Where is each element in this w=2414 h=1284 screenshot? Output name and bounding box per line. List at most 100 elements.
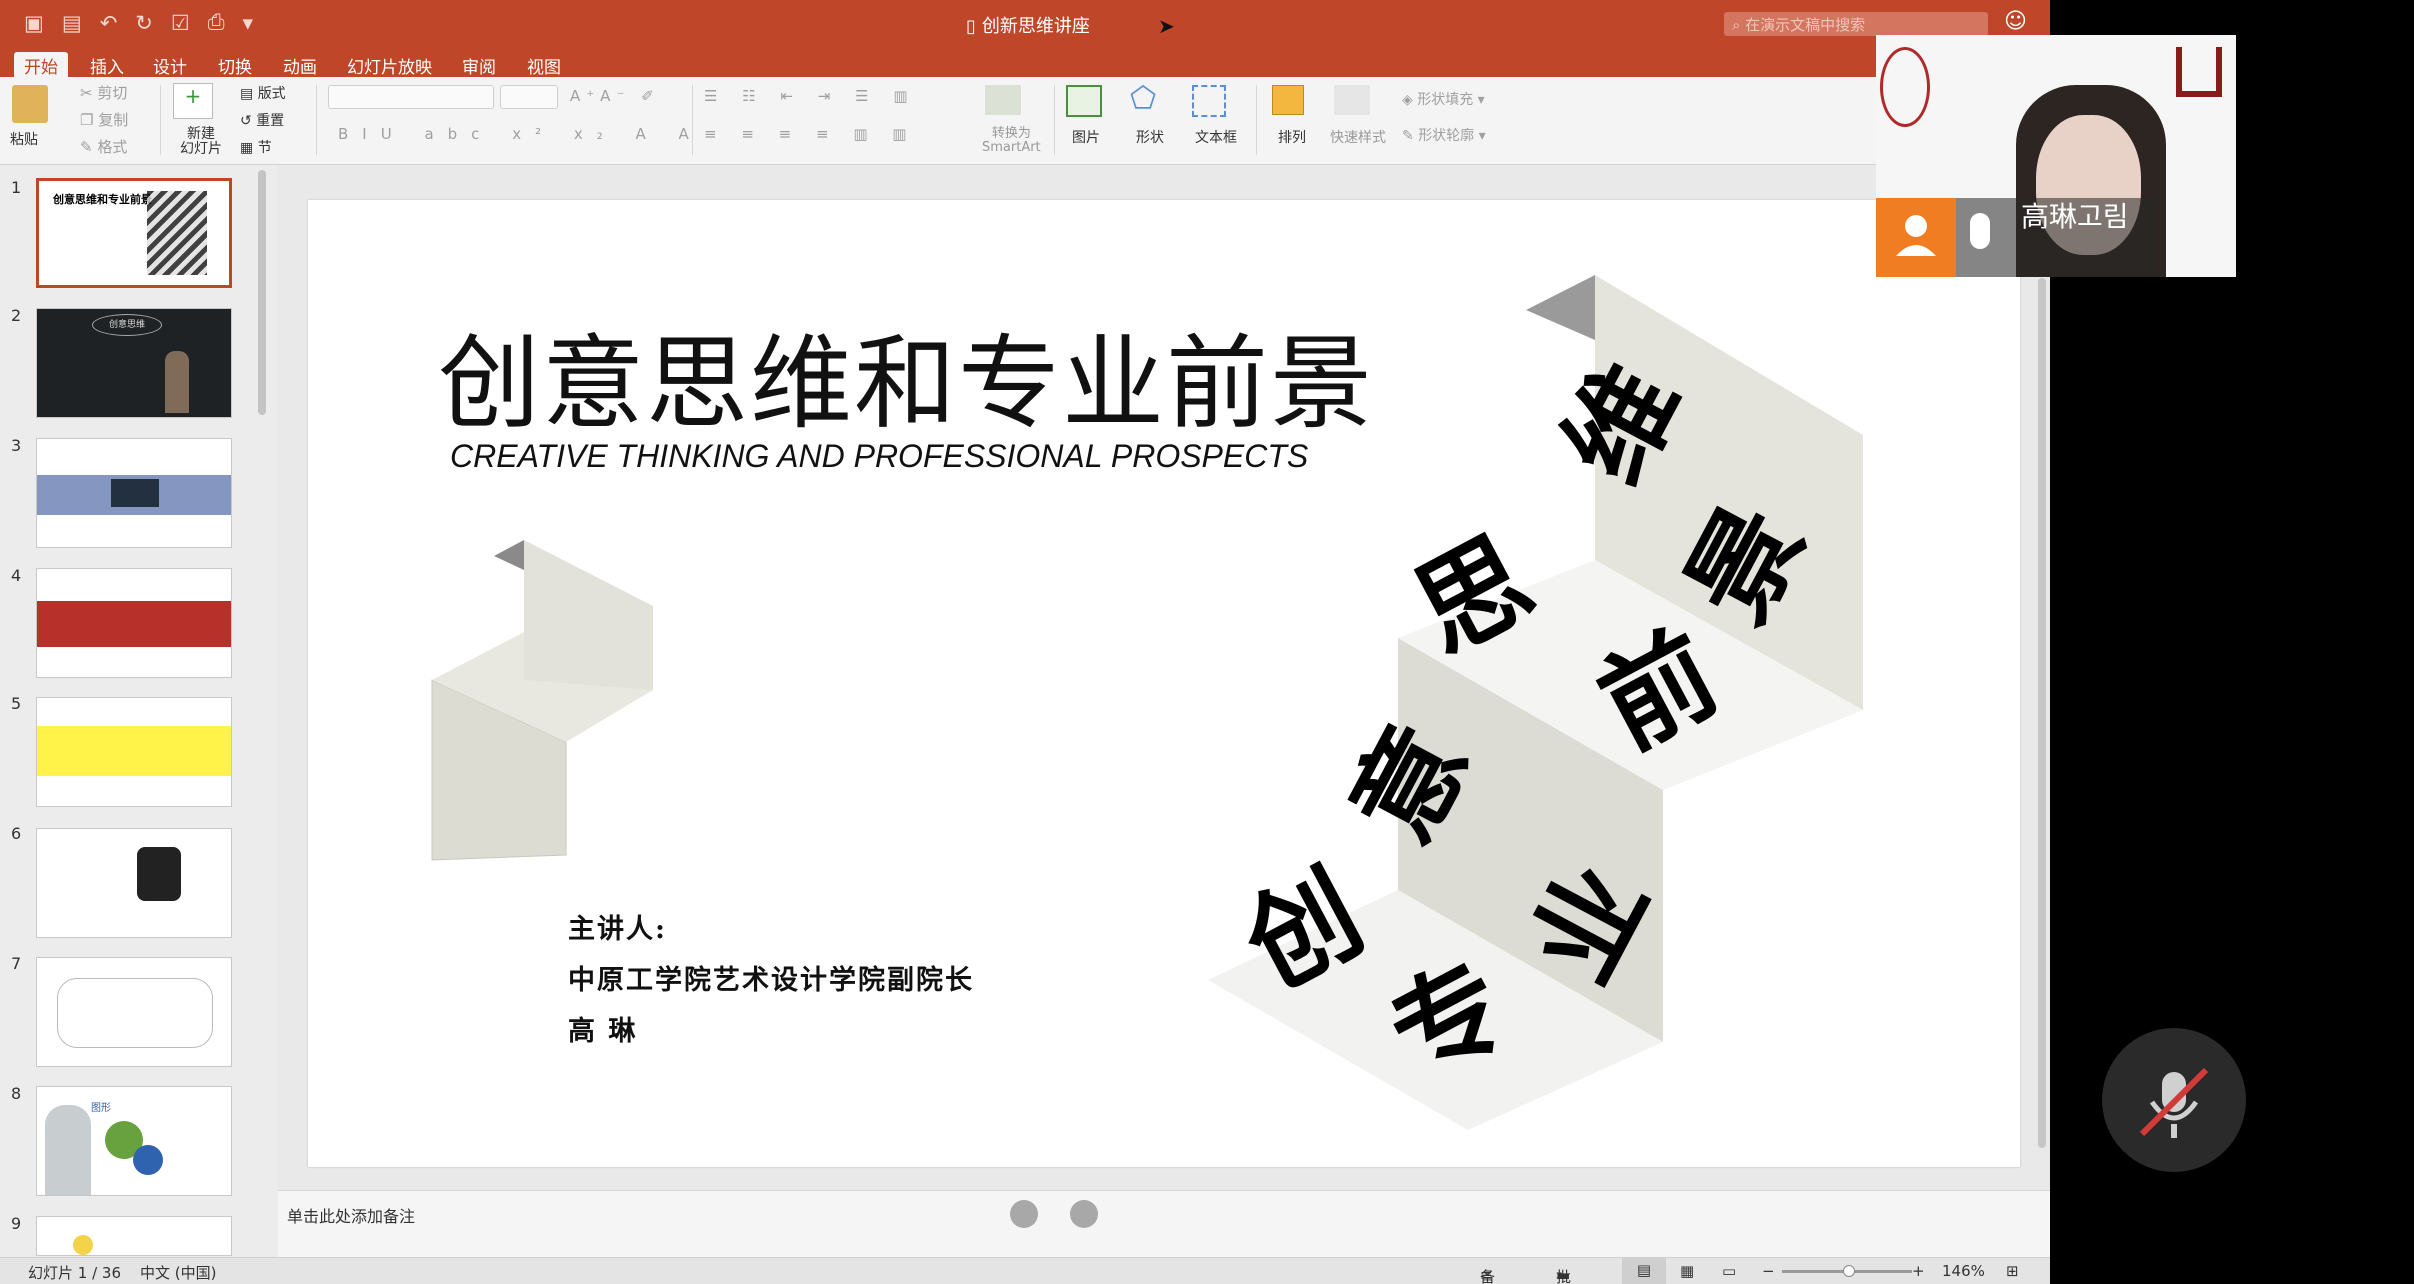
picture-icon[interactable] [1066, 85, 1102, 117]
slide-thumbnail-8[interactable]: 图形 [36, 1086, 232, 1196]
thumb-number: 3 [11, 436, 22, 455]
tab-insert[interactable]: 插入 [80, 52, 134, 78]
tab-review[interactable]: 审阅 [452, 52, 506, 78]
left-flag-tip [494, 540, 524, 570]
sidebar-toggle-icon[interactable]: ▣ [24, 11, 44, 35]
thumb-band [37, 726, 231, 776]
speaker-label[interactable]: 主讲人: [568, 907, 667, 946]
tab-design[interactable]: 设计 [143, 52, 197, 78]
zoom-out-icon[interactable]: − [1762, 1262, 1775, 1280]
notes-toggle-label: 备注 [1480, 1268, 1496, 1284]
slide-thumbnail-9[interactable] [36, 1216, 232, 1256]
notes-placeholder: 单击此处添加备注 [287, 1207, 416, 1226]
align-buttons[interactable]: ≡ ≡ ≡ ≡ ▥ ▥ [704, 125, 916, 143]
language-indicator[interactable]: 中文 (中国) [140, 1262, 216, 1283]
shape-fill-button[interactable]: ◈ 形状填充 ▾ [1402, 89, 1485, 109]
convert-smartart-button[interactable]: 转换为 SmartArt [982, 127, 1041, 155]
paste-icon[interactable] [12, 85, 48, 123]
quick-styles-icon[interactable] [1334, 85, 1370, 115]
document-title: ▯ 创新思维讲座 [966, 12, 1090, 38]
normal-view-button[interactable]: ▤ [1622, 1258, 1666, 1284]
floating-dot[interactable] [1070, 1200, 1098, 1228]
layout-label: 版式 [257, 86, 286, 102]
tab-view[interactable]: 视图 [517, 52, 571, 78]
slide-thumbnail-5[interactable] [36, 697, 232, 807]
shape-button[interactable]: 形状 [1136, 127, 1164, 147]
speaker-name[interactable]: 高 琳 [568, 1009, 637, 1048]
section-label: 节 [257, 140, 272, 156]
paste-button[interactable]: 粘贴 [10, 129, 38, 149]
redo-icon[interactable]: ↻ [135, 11, 153, 35]
copy-button[interactable]: ❐ 复制 [80, 109, 128, 130]
slide-sorter-button[interactable]: ▦ [1680, 1262, 1694, 1280]
plus-icon: + [184, 84, 202, 108]
thumb-person [165, 351, 189, 413]
slide-thumbnail-2[interactable]: 创意思维 [36, 308, 232, 418]
arrange-icon[interactable] [1272, 85, 1304, 115]
zoom-slider-handle[interactable] [1843, 1265, 1855, 1277]
thumb-computer [111, 479, 159, 507]
tab-transitions[interactable]: 切换 [208, 52, 262, 78]
ribbon-home: 粘贴 ✂ 剪切 ❐ 复制 ✎ 格式 + 新建 幻灯片 ▤ 版式 ↺ 重置 ▦ 节 … [0, 77, 2050, 165]
fit-slide-icon[interactable]: ⊞ [2006, 1262, 2019, 1280]
print-icon[interactable]: ⎙ [208, 10, 225, 35]
font-size-buttons[interactable]: A⁺A⁻ ✐ [570, 87, 660, 105]
ribbon-divider [316, 85, 317, 155]
slide-thumbnail-4[interactable] [36, 568, 232, 678]
slide-thumbnail-6[interactable] [36, 828, 232, 938]
textbox-icon[interactable] [1192, 85, 1226, 117]
thumb-number: 6 [11, 824, 22, 843]
search-box[interactable]: ⌕ 在演示文稿中搜索 [1724, 12, 1988, 36]
picture-button[interactable]: 图片 [1072, 127, 1100, 147]
font-style-buttons[interactable]: BIU abc x² x₂ A A [338, 125, 703, 143]
current-slide[interactable]: 创意思维和专业前景 CREATIVE THINKING AND PROFESSI… [308, 200, 2020, 1167]
zoom-level[interactable]: 146% [1942, 1262, 1985, 1280]
format-painter-button[interactable]: ✎ 格式 [80, 136, 127, 157]
textbox-button[interactable]: 文本框 [1195, 127, 1237, 147]
list-buttons[interactable]: ☰ ☷ ⇤ ⇥ ☰ ▥ [704, 87, 918, 105]
slide-thumbnail-1[interactable]: 创意思维和专业前景 [36, 178, 232, 288]
thumbnail-scrollbar[interactable] [258, 170, 266, 415]
microphone-icon [1970, 213, 1990, 249]
zoom-in-icon[interactable]: + [1912, 1262, 1925, 1280]
save-icon[interactable]: ▤ [62, 11, 82, 35]
reset-button[interactable]: ↺ 重置 [240, 110, 284, 130]
tab-home[interactable]: 开始 [14, 52, 68, 78]
slide-thumbnail-3[interactable] [36, 438, 232, 548]
layout-button[interactable]: ▤ 版式 [240, 83, 286, 103]
floating-dot[interactable] [1010, 1200, 1038, 1228]
quick-styles-button[interactable]: 快速样式 [1330, 127, 1386, 147]
check-icon[interactable]: ☑ [171, 11, 190, 35]
font-name-dropdown[interactable] [328, 85, 494, 109]
slide-scrollbar[interactable] [2038, 278, 2046, 1148]
font-size-dropdown[interactable] [500, 85, 558, 109]
shape-fill-label: 形状填充 [1417, 92, 1474, 108]
new-slide-button[interactable]: 新建 幻灯片 [180, 127, 222, 157]
reading-view-button[interactable]: ▭ [1722, 1262, 1736, 1280]
document-icon: ▯ [966, 16, 976, 37]
thumb-number: 9 [11, 1214, 22, 1233]
tab-slideshow[interactable]: 幻灯片放映 [337, 52, 442, 78]
participant-video[interactable]: 高琳고림 [1876, 35, 2236, 277]
new-slide-icon[interactable]: + [173, 83, 213, 119]
notes-pane[interactable]: 单击此处添加备注 [278, 1190, 2050, 1257]
feedback-smiley-icon[interactable]: ☺ [2004, 9, 2027, 34]
section-button[interactable]: ▦ 节 [240, 137, 272, 157]
cut-button[interactable]: ✂ 剪切 [80, 82, 127, 103]
thumb-circle [73, 1235, 93, 1255]
tab-animations[interactable]: 动画 [273, 52, 327, 78]
customize-icon[interactable]: ▾ [243, 11, 254, 35]
shape-outline-button[interactable]: ✎ 形状轮廓 ▾ [1402, 125, 1486, 145]
ribbon-divider [1256, 85, 1257, 155]
slide-thumbnail-7[interactable] [36, 957, 232, 1067]
mute-button[interactable] [2102, 1028, 2246, 1172]
thumb-number: 5 [11, 694, 22, 713]
smartart-icon[interactable] [985, 85, 1021, 115]
participant-name: 高琳고림 [2021, 200, 2129, 233]
undo-icon[interactable]: ↶ [100, 11, 118, 35]
thumb-number: 1 [11, 178, 22, 197]
school-logo [1880, 47, 1930, 127]
shape-icon[interactable]: ⬠ [1130, 81, 1156, 116]
speaker-title[interactable]: 中原工学院艺术设计学院副院长 [568, 958, 974, 997]
arrange-button[interactable]: 排列 [1278, 127, 1306, 147]
